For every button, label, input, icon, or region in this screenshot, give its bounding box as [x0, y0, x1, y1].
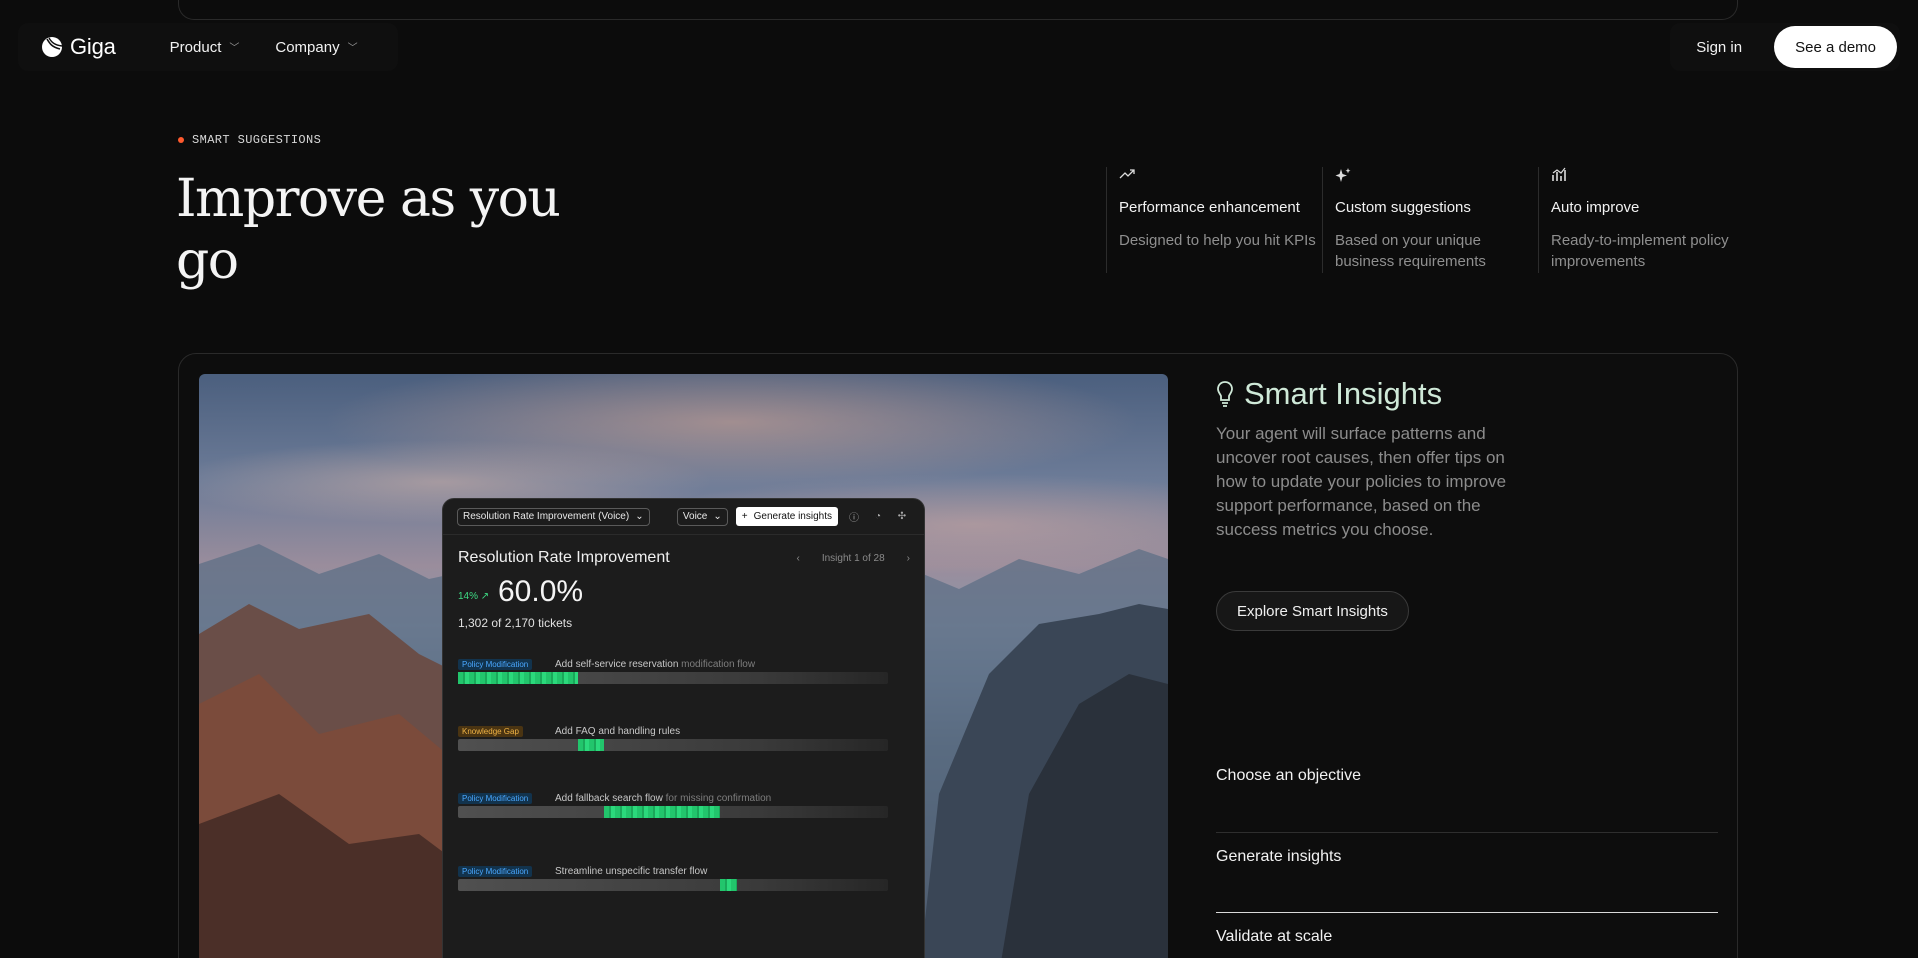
insight-pager: ‹ Insight 1 of 28 › [796, 553, 910, 564]
nav-company[interactable]: Company ﹀ [275, 39, 357, 56]
arrow-up-right-icon: ↗ [480, 591, 490, 602]
feature-performance: Performance enhancement Designed to help… [1106, 167, 1322, 273]
see-demo-button[interactable]: See a demo [1774, 26, 1897, 68]
channel-select[interactable]: Voice ⌄ [676, 507, 728, 526]
step-validate-at-scale[interactable]: Validate at scale [1216, 912, 1718, 958]
nav-product-label: Product [169, 38, 222, 56]
chevron-left-icon[interactable]: ‹ [796, 553, 799, 564]
section-headline: Improve as you go [176, 169, 561, 291]
row-tag: Knowledge Gap [458, 726, 523, 737]
lightbulb-icon [1217, 381, 1233, 407]
feature-title: Auto improve [1551, 199, 1640, 216]
row-label: Streamline unspecific transfer flow [555, 866, 707, 877]
app-toolbar: Resolution Rate Improvement (Voice) ⌄ Vo… [443, 499, 924, 535]
eyebrow-dot-icon [178, 137, 184, 143]
insights-header: Smart Insights [1216, 376, 1442, 412]
delta-badge: 14% ↗ [458, 591, 489, 602]
plus-icon: + [741, 511, 748, 522]
row-label-text: Streamline unspecific transfer flow [555, 866, 708, 877]
row-bar [458, 672, 888, 684]
chevron-down-icon: ⌄ [713, 511, 722, 522]
sparkle-icon [1335, 167, 1538, 185]
logo-text: Giga [70, 34, 116, 59]
row-label-text: Add FAQ and handling rules [555, 726, 681, 737]
feature-auto: Auto improve Ready-to-implement policy i… [1538, 167, 1754, 273]
steps-list: Choose an objective Generate insights Va… [1216, 752, 1718, 958]
row-bar-fill [720, 879, 738, 891]
insights-title-row: Smart Insights [1216, 376, 1442, 412]
feature-desc: Ready-to-implement policy improvements [1551, 232, 1729, 270]
row-tag: Policy Modification [458, 793, 533, 804]
row-label: Add self-service reservation modificatio… [555, 659, 755, 670]
nav-right: Sign in See a demo [1670, 23, 1900, 71]
eyebrow-text: SMART SUGGESTIONS [192, 133, 322, 147]
trend-up-icon [1119, 167, 1322, 185]
top-frame-edge [178, 0, 1738, 20]
channel-select-value: Voice [682, 511, 708, 522]
generate-insights-button[interactable]: + Generate insights [735, 507, 838, 526]
chevron-down-icon: ﹀ [347, 42, 358, 54]
step-generate-insights[interactable]: Generate insights [1216, 832, 1718, 912]
insights-description: Your agent will surface patterns and unc… [1216, 424, 1507, 539]
chevron-down-icon: ⌄ [635, 511, 644, 522]
feature-desc: Based on your unique business requiremen… [1335, 232, 1486, 270]
pin-icon[interactable]: ✣ [894, 511, 910, 522]
insight-title: Resolution Rate Improvement [458, 549, 670, 566]
chevron-down-icon: ﹀ [229, 42, 240, 54]
nav-product[interactable]: Product ﹀ [170, 39, 240, 56]
feature-custom: Custom suggestions Based on your unique … [1322, 167, 1538, 273]
row-bar [458, 806, 888, 818]
row-label-muted: for missing confirmation [662, 793, 772, 804]
nav-left: Giga Product ﹀ Company ﹀ [18, 23, 398, 71]
sign-in-link[interactable]: Sign in [1696, 39, 1742, 56]
feature-title: Custom suggestions [1335, 199, 1471, 216]
row-label-text: Add fallback search flow [555, 793, 663, 804]
info-icon[interactable]: ⓘ [846, 509, 862, 524]
chart-icon [1551, 167, 1754, 185]
delta-value: 14% [458, 591, 479, 602]
chevron-right-icon[interactable]: › [907, 553, 910, 564]
row-label: Add FAQ and handling rules [555, 726, 680, 737]
insights-app-window: Resolution Rate Improvement (Voice) ⌄ Vo… [442, 498, 925, 958]
row-tag: Policy Modification [458, 866, 533, 877]
row-bar-fill [578, 739, 605, 751]
row-label-muted: modification flow [678, 659, 756, 670]
step-choose-objective[interactable]: Choose an objective [1216, 752, 1718, 832]
row-bar-fill [458, 672, 579, 684]
generate-insights-label: Generate insights [753, 511, 832, 522]
row-bar-fill [604, 806, 721, 818]
row-label-text: Add self-service reservation [555, 659, 679, 670]
logo[interactable]: Giga [40, 34, 116, 60]
section-eyebrow: SMART SUGGESTIONS [178, 133, 321, 147]
history-icon[interactable]: ◔ [870, 511, 886, 522]
objective-select[interactable]: Resolution Rate Improvement (Voice) ⌄ [457, 507, 650, 526]
giga-logo-icon [42, 37, 63, 57]
insights-title: Smart Insights [1244, 376, 1443, 411]
nav-company-label: Company [275, 38, 340, 56]
feature-title: Performance enhancement [1119, 199, 1300, 216]
metric-value: 60.0% [498, 575, 584, 608]
row-bar [458, 739, 888, 751]
row-tag: Policy Modification [458, 659, 533, 670]
explore-smart-insights-button[interactable]: Explore Smart Insights [1216, 591, 1409, 631]
pager-text: Insight 1 of 28 [821, 553, 885, 564]
ticket-count: 1,302 of 2,170 tickets [458, 616, 573, 630]
feature-desc: Designed to help you hit KPIs [1119, 232, 1316, 249]
objective-select-value: Resolution Rate Improvement (Voice) [463, 511, 630, 522]
feature-list: Performance enhancement Designed to help… [1106, 167, 1754, 273]
row-label: Add fallback search flow for missing con… [555, 793, 771, 804]
row-bar [458, 879, 888, 891]
